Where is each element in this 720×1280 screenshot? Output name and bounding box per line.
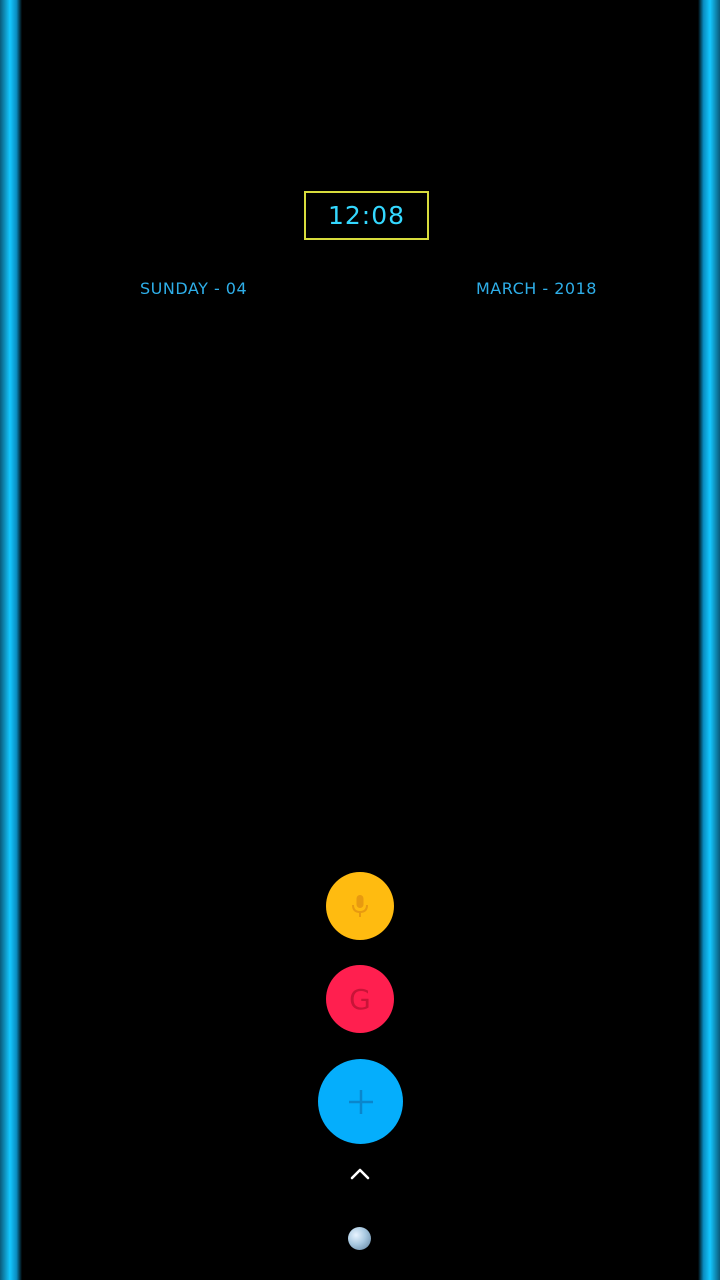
right-edge-glow — [698, 0, 720, 1280]
google-search-button[interactable]: G — [326, 965, 394, 1033]
voice-search-button[interactable] — [326, 872, 394, 940]
plus-icon — [348, 1089, 373, 1114]
add-button[interactable] — [318, 1059, 403, 1144]
chevron-up-icon[interactable] — [350, 1166, 370, 1180]
home-screen: 12:08 SUNDAY - 04 MARCH - 2018 G — [0, 0, 720, 1280]
microphone-icon — [352, 895, 368, 917]
day-label: SUNDAY - 04 — [140, 279, 248, 298]
clock-time: 12:08 — [327, 201, 406, 230]
clock-widget[interactable]: 12:08 — [304, 191, 429, 240]
left-edge-glow — [0, 0, 22, 1280]
month-year-label: MARCH - 2018 — [476, 279, 597, 298]
page-indicator-dot[interactable] — [348, 1227, 371, 1250]
google-icon: G — [349, 982, 371, 1016]
